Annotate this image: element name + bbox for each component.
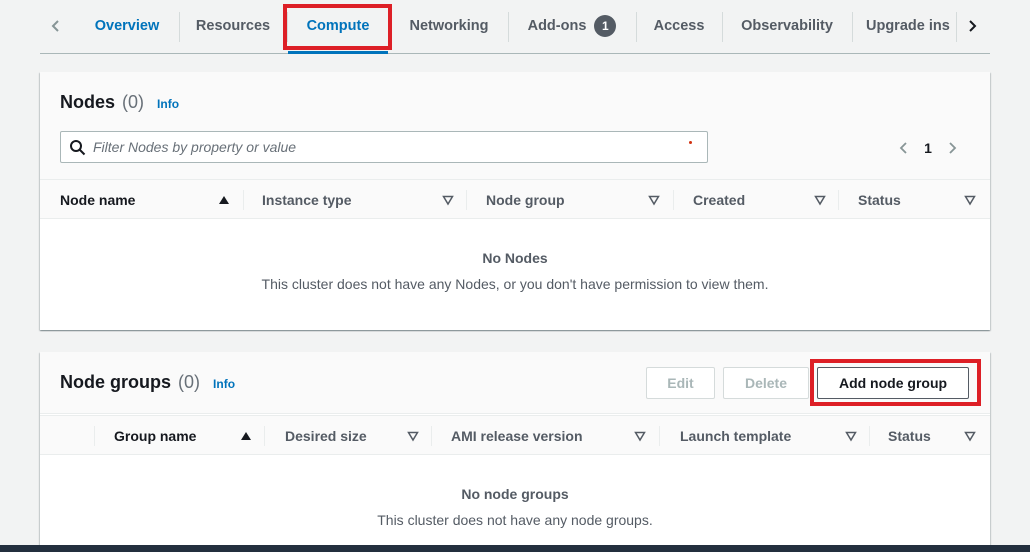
tab-networking[interactable]: Networking [391,12,507,40]
sort-icon [964,195,976,206]
next-page-icon[interactable] [942,138,962,158]
bottom-footer-bar [0,545,1030,552]
node-groups-count: (0) [178,372,201,392]
delete-button[interactable]: Delete [723,367,809,399]
nodes-title: Nodes (0) Info [60,92,180,112]
sort-icon [964,431,976,442]
column-status[interactable]: Status [888,416,988,456]
sort-icon [845,431,857,442]
active-tab-indicator [288,51,388,54]
tabs-scroll-right-icon[interactable] [960,14,984,38]
column-divider [94,426,95,446]
filter-indicator-dot [689,141,692,144]
column-divider [466,190,467,210]
sort-ascending-icon [219,196,229,204]
previous-page-icon[interactable] [894,138,914,158]
search-icon [70,140,86,156]
node-groups-empty-title: No node groups [461,486,569,502]
sort-ascending-icon [241,432,251,440]
node-groups-empty-description: This cluster does not have any node grou… [377,512,653,528]
tab-upgrade-insights[interactable]: Upgrade ins [866,12,955,40]
tab-add-ons[interactable]: Add-ons 1 [509,12,635,40]
tab-overview[interactable]: Overview [76,12,178,40]
current-page[interactable]: 1 [914,140,942,156]
node-groups-table-header: Group name Desired size AMI release vers… [40,415,990,455]
column-status[interactable]: Status [858,180,988,220]
nodes-table-header: Node name Instance type Node group Creat… [40,179,990,219]
column-divider [243,190,244,210]
add-node-group-button[interactable]: Add node group [817,367,969,399]
column-node-group[interactable]: Node group [486,180,672,220]
node-groups-title: Node groups (0) Info [60,372,236,392]
add-ons-count-badge: 1 [594,15,617,37]
column-divider [673,190,674,210]
sort-icon [407,431,419,442]
edit-button[interactable]: Edit [646,367,715,399]
node-groups-panel: Node groups (0) Info Edit Delete Add nod… [40,352,990,552]
sort-icon [634,431,646,442]
column-divider [838,190,839,210]
column-created[interactable]: Created [693,180,838,220]
nodes-filter[interactable] [60,131,708,163]
nodes-pagination: 1 [894,138,962,158]
column-ami-release-version[interactable]: AMI release version [451,416,658,456]
nodes-empty-description: This cluster does not have any Nodes, or… [261,276,769,292]
column-divider [869,426,870,446]
column-divider [659,426,660,446]
column-launch-template[interactable]: Launch template [680,416,869,456]
nodes-info-link[interactable]: Info [157,97,179,111]
nodes-empty-title: No Nodes [482,250,548,266]
sort-icon [814,195,826,206]
sort-icon [442,195,454,206]
tab-access[interactable]: Access [637,12,721,40]
column-group-name[interactable]: Group name [114,416,264,456]
sort-icon [648,195,660,206]
nodes-count: (0) [122,92,145,112]
tab-divider [956,12,957,42]
column-divider [431,426,432,446]
tab-observability[interactable]: Observability [723,12,851,40]
tab-resources[interactable]: Resources [180,12,286,40]
column-divider [264,426,265,446]
nodes-table-body [40,219,990,330]
node-groups-info-link[interactable]: Info [213,377,235,391]
tab-bar: Overview Resources Compute Networking Ad… [40,0,990,54]
tab-divider [852,12,853,42]
column-desired-size[interactable]: Desired size [285,416,431,456]
tab-compute[interactable]: Compute [288,12,388,40]
tabs-scroll-left-icon[interactable] [44,14,68,38]
column-node-name[interactable]: Node name [60,180,242,220]
nodes-filter-input[interactable] [93,137,673,157]
nodes-panel: Nodes (0) Info 1 Node name Instance type… [40,72,990,330]
column-instance-type[interactable]: Instance type [262,180,466,220]
